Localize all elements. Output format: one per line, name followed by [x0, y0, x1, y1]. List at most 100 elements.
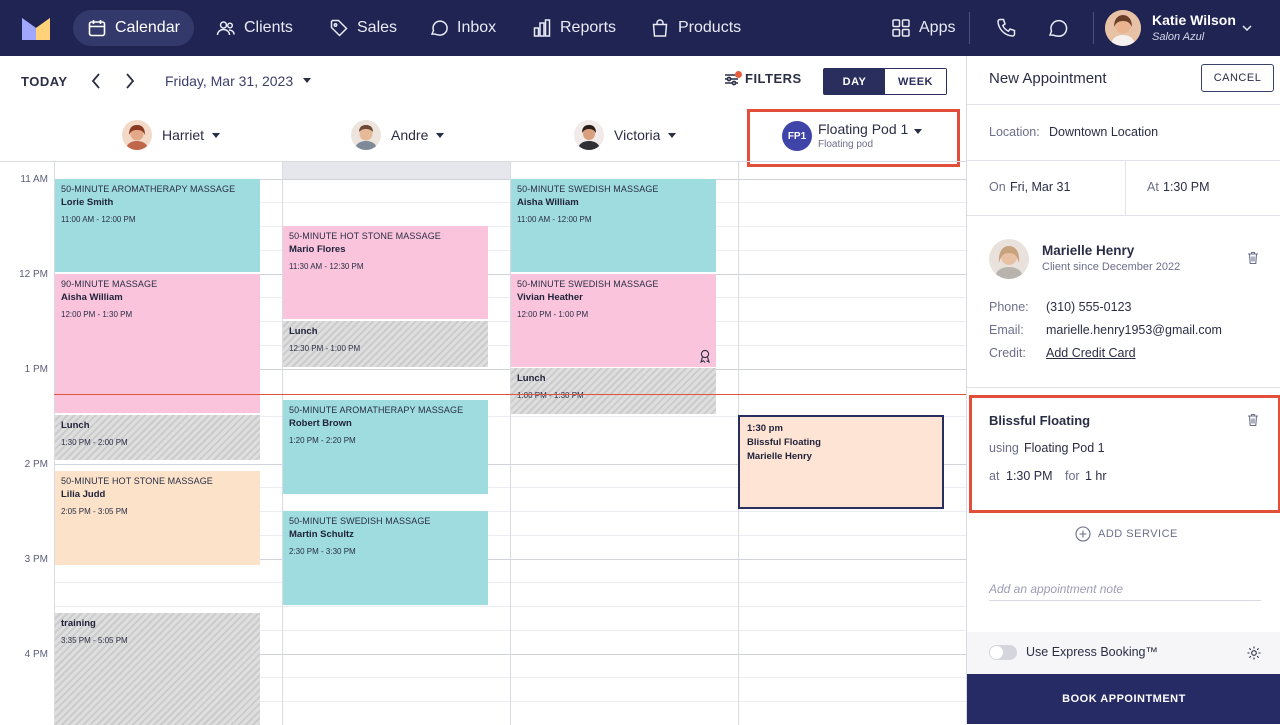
divider — [967, 387, 1280, 388]
phone-value: (310) 555-0123 — [1046, 300, 1132, 314]
nav-inbox-label: Inbox — [457, 19, 497, 36]
appointment-service: 50-MINUTE AROMATHERAPY MASSAGE — [61, 184, 236, 194]
nav-clients-label: Clients — [244, 19, 293, 36]
chevron-left-icon[interactable] — [87, 71, 105, 91]
hour-label: 4 PM — [24, 649, 48, 660]
divider — [967, 104, 1280, 105]
break-block[interactable]: Lunch 12:30 PM - 1:00 PM — [283, 321, 488, 367]
client-name[interactable]: Marielle Henry — [1042, 243, 1134, 258]
date-picker[interactable]: Friday, Mar 31, 2023 — [165, 73, 293, 89]
appointment-card[interactable]: 50-MINUTE SWEDISH MASSAGE Martin Schultz… — [283, 511, 488, 605]
appointment-note-input[interactable]: Add an appointment note — [989, 582, 1261, 601]
nav-divider — [1093, 12, 1094, 44]
appointment-time: 12:00 PM - 1:30 PM — [61, 310, 133, 319]
day-view-button[interactable]: DAY — [824, 69, 885, 94]
nav-apps[interactable]: Apps — [877, 10, 969, 46]
today-button[interactable]: TODAY — [21, 74, 68, 89]
date-value[interactable]: Fri, Mar 31 — [1010, 180, 1070, 194]
appointment-service: 90-MINUTE MASSAGE — [61, 279, 158, 289]
gear-icon[interactable] — [1246, 645, 1262, 661]
appointment-client: Mario Flores — [289, 244, 346, 255]
chat-bubble-icon — [430, 20, 448, 36]
service-resource[interactable]: Floating Pod 1 — [1024, 441, 1105, 455]
new-appointment-block[interactable]: 1:30 pm Blissful Floating Marielle Henry — [738, 415, 944, 509]
nav-calendar-label: Calendar — [115, 19, 180, 36]
message-icon[interactable] — [1046, 17, 1068, 39]
service-time[interactable]: 1:30 PM — [1006, 469, 1053, 483]
nav-products[interactable]: Products — [636, 10, 755, 46]
appointment-client: Martin Schultz — [289, 529, 354, 540]
appointment-service: 50-MINUTE AROMATHERAPY MASSAGE — [289, 405, 464, 415]
break-block[interactable]: Lunch 1:00 PM - 1:30 PM — [511, 368, 716, 414]
break-block[interactable]: training 3:35 PM - 5:05 PM — [55, 613, 260, 725]
nav-divider — [969, 12, 970, 44]
staff-name: Harriet — [162, 127, 205, 143]
appointment-time: 11:00 AM - 12:00 PM — [61, 215, 136, 224]
caret-down-icon — [668, 132, 677, 138]
location-value[interactable]: Downtown Location — [1049, 125, 1158, 139]
location-label: Location: — [989, 125, 1040, 139]
hour-label: 12 PM — [19, 269, 48, 280]
caret-down-icon — [436, 132, 445, 138]
cancel-button[interactable]: CANCEL — [1201, 64, 1274, 92]
appointment-service: 50-MINUTE SWEDISH MASSAGE — [517, 184, 659, 194]
user-avatar[interactable] — [1105, 10, 1141, 46]
appointment-time: 11:30 AM - 12:30 PM — [289, 262, 364, 271]
appointment-card[interactable]: 50-MINUTE SWEDISH MASSAGE Vivian Heather… — [511, 274, 716, 367]
caret-down-icon[interactable] — [303, 78, 311, 83]
appointment-card[interactable]: 50-MINUTE AROMATHERAPY MASSAGE Robert Br… — [283, 400, 488, 494]
time-value[interactable]: 1:30 PM — [1163, 180, 1210, 194]
book-appointment-button[interactable]: BOOK APPOINTMENT — [967, 674, 1280, 724]
trash-icon[interactable] — [1247, 251, 1259, 265]
appointment-time: 11:00 AM - 12:00 PM — [517, 215, 592, 224]
user-name[interactable]: Katie Wilson — [1152, 12, 1236, 28]
express-booking-label: Use Express Booking™ — [1026, 645, 1159, 659]
service-duration[interactable]: 1 hr — [1085, 469, 1107, 483]
nav-clients[interactable]: Clients — [202, 10, 307, 46]
add-service-button[interactable]: ADD SERVICE — [1075, 526, 1178, 542]
week-view-button[interactable]: WEEK — [885, 69, 946, 94]
nav-sales[interactable]: Sales — [315, 10, 411, 46]
appointment-client: Vivian Heather — [517, 292, 583, 303]
staff-name: Victoria — [614, 127, 661, 143]
break-title: Lunch — [517, 373, 546, 384]
caret-down-icon — [914, 129, 923, 134]
award-ribbon-icon — [700, 349, 710, 363]
staff-header-harriet[interactable]: Harriet — [122, 118, 221, 152]
appointment-client: Aisha William — [517, 197, 579, 208]
break-block[interactable]: Lunch 1:30 PM - 2:00 PM — [55, 415, 260, 460]
client-since: Client since December 2022 — [1042, 261, 1181, 273]
filter-active-dot — [735, 71, 742, 78]
appointment-card[interactable]: 50-MINUTE HOT STONE MASSAGE Lilia Judd 2… — [55, 471, 260, 565]
avatar — [574, 120, 604, 150]
appointment-card[interactable]: 50-MINUTE AROMATHERAPY MASSAGE Lorie Smi… — [55, 179, 260, 272]
appointment-card[interactable]: 50-MINUTE SWEDISH MASSAGE Aisha William … — [511, 179, 716, 272]
chevron-down-icon[interactable] — [1240, 21, 1254, 35]
break-time: 1:00 PM - 1:30 PM — [517, 391, 584, 400]
plus-circle-icon — [1075, 526, 1091, 542]
pod-name[interactable]: Floating Pod 1 — [818, 121, 923, 137]
service-using-label: using — [989, 441, 1019, 455]
appointment-time: 12:00 PM - 1:00 PM — [517, 310, 589, 319]
add-credit-card-link[interactable]: Add Credit Card — [1046, 346, 1136, 360]
service-title[interactable]: Blissful Floating — [989, 413, 1090, 428]
chevron-right-icon[interactable] — [121, 71, 139, 91]
nav-calendar[interactable]: Calendar — [73, 10, 194, 46]
staff-header-andre[interactable]: Andre — [351, 118, 445, 152]
staff-header-victoria[interactable]: Victoria — [574, 118, 677, 152]
app-logo[interactable] — [22, 16, 50, 40]
appointment-card[interactable]: 50-MINUTE HOT STONE MASSAGE Mario Flores… — [283, 226, 488, 319]
express-booking-toggle[interactable] — [989, 645, 1017, 660]
appointment-time: 1:20 PM - 2:20 PM — [289, 436, 356, 445]
trash-icon[interactable] — [1247, 413, 1259, 427]
calendar-grid[interactable]: 11 AM 12 PM 1 PM 2 PM 3 PM 4 PM 50-MINUT… — [0, 161, 966, 725]
andre-unavailable-block — [282, 162, 510, 179]
nav-inbox[interactable]: Inbox — [415, 10, 510, 46]
filters-label: FILTERS — [745, 71, 802, 86]
tag-icon — [330, 19, 348, 37]
appointment-card[interactable]: 90-MINUTE MASSAGE Aisha William 12:00 PM… — [55, 274, 260, 413]
nav-reports[interactable]: Reports — [518, 10, 630, 46]
add-service-label: ADD SERVICE — [1098, 528, 1178, 540]
break-time: 12:30 PM - 1:00 PM — [289, 344, 361, 353]
phone-icon[interactable] — [995, 17, 1017, 39]
